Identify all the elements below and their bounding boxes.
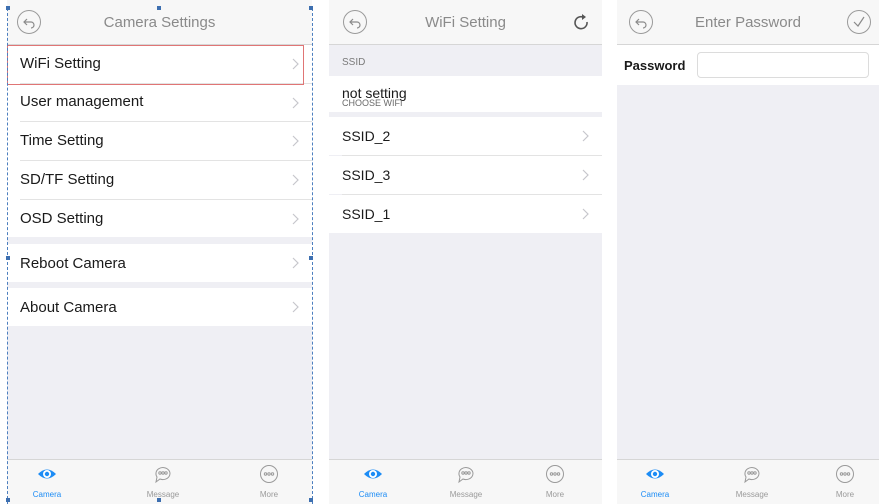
tab-message[interactable]: Message: [133, 460, 193, 504]
current-network-row[interactable]: not setting CHOOSE WIFI: [329, 76, 602, 112]
chevron-right-icon: [292, 174, 299, 186]
tab-camera[interactable]: Camera: [17, 460, 77, 504]
password-label: Password: [624, 58, 686, 73]
network-name: SSID_2: [342, 128, 391, 144]
resize-handle[interactable]: [309, 256, 313, 260]
message-bubble-icon: [744, 467, 760, 484]
tab-label: Camera: [32, 490, 62, 499]
menu-item-label: Time Setting: [20, 132, 104, 149]
menu-item-sd-tf-setting[interactable]: SD/TF Setting: [7, 161, 312, 199]
password-input[interactable]: [697, 52, 869, 78]
menu-item-label: About Camera: [20, 299, 117, 316]
page-title: WiFi Setting: [425, 14, 506, 31]
tab-bar: Camera Message More: [329, 459, 602, 504]
chevron-right-icon: [292, 257, 299, 269]
resize-handle[interactable]: [6, 498, 10, 502]
chevron-right-icon: [292, 135, 299, 147]
tab-more[interactable]: More: [525, 460, 585, 504]
selection-highlight: [7, 45, 304, 85]
wifi-network-row[interactable]: SSID_1: [329, 195, 602, 233]
tab-label: Camera: [358, 490, 388, 499]
menu-item-label: User management: [20, 93, 144, 110]
confirm-button[interactable]: [847, 10, 871, 34]
resize-handle[interactable]: [309, 498, 313, 502]
menu-item-time-setting[interactable]: Time Setting: [7, 122, 312, 160]
resize-handle[interactable]: [6, 6, 10, 10]
page-title: Enter Password: [695, 14, 801, 31]
chevron-right-icon: [292, 301, 299, 313]
tab-message[interactable]: Message: [436, 460, 496, 504]
chevron-right-icon: [582, 130, 589, 142]
wifi-network-row[interactable]: SSID_2: [329, 117, 602, 155]
chevron-right-icon: [582, 208, 589, 220]
message-bubble-icon: [155, 467, 171, 484]
resize-handle[interactable]: [157, 498, 161, 502]
menu-item-user-management[interactable]: User management: [7, 84, 312, 121]
more-dots-icon: [260, 465, 278, 483]
tab-label: Message: [146, 490, 180, 499]
resize-handle[interactable]: [309, 6, 313, 10]
menu-item-label: SD/TF Setting: [20, 171, 115, 188]
menu-item-label: Reboot Camera: [20, 255, 126, 272]
section-header: SSID: [342, 57, 366, 68]
resize-handle[interactable]: [6, 256, 10, 260]
message-bubble-icon: [458, 467, 474, 484]
chevron-right-icon: [582, 169, 589, 181]
wifi-network-row[interactable]: SSID_3: [329, 156, 602, 194]
navbar: Enter Password: [617, 0, 879, 45]
chevron-right-icon: [292, 97, 299, 109]
checkmark-icon: [853, 16, 865, 27]
wifi-setting-screen: WiFi Setting SSID not setting CHOOSE WIF…: [329, 0, 602, 504]
more-dots-icon: [836, 465, 854, 483]
page-title: Camera Settings: [103, 14, 216, 31]
chevron-right-icon: [292, 213, 299, 225]
menu-item-label: OSD Setting: [20, 210, 104, 227]
tab-more[interactable]: More: [239, 460, 299, 504]
camera-eye-icon: [38, 469, 56, 479]
resize-handle[interactable]: [157, 6, 161, 10]
menu-item-osd-setting[interactable]: OSD Setting: [7, 200, 312, 237]
tab-label: More: [259, 490, 279, 499]
tab-label: Camera: [640, 490, 670, 499]
navbar: WiFi Setting: [329, 0, 602, 45]
tab-camera[interactable]: Camera: [343, 460, 403, 504]
tab-label: More: [835, 490, 855, 499]
tab-message[interactable]: Message: [722, 460, 782, 504]
refresh-icon[interactable]: [570, 12, 592, 34]
more-dots-icon: [546, 465, 564, 483]
tab-more[interactable]: More: [815, 460, 875, 504]
tab-label: More: [545, 490, 565, 499]
menu-item-reboot-camera[interactable]: Reboot Camera: [7, 244, 312, 282]
network-name: SSID_3: [342, 167, 391, 183]
choose-wifi-hint: CHOOSE WIFI: [342, 98, 403, 108]
camera-eye-icon: [646, 469, 664, 479]
camera-eye-icon: [364, 469, 382, 479]
camera-settings-screen: Camera Settings WiFi Setting User manage…: [7, 0, 312, 504]
enter-password-screen: Enter Password Password Camera Message M…: [617, 0, 879, 504]
tab-camera[interactable]: Camera: [625, 460, 685, 504]
menu-item-about-camera[interactable]: About Camera: [7, 288, 312, 326]
tab-label: Message: [735, 490, 769, 499]
tab-bar: Camera Message More: [617, 459, 879, 504]
tab-label: Message: [449, 490, 483, 499]
network-name: SSID_1: [342, 206, 391, 222]
